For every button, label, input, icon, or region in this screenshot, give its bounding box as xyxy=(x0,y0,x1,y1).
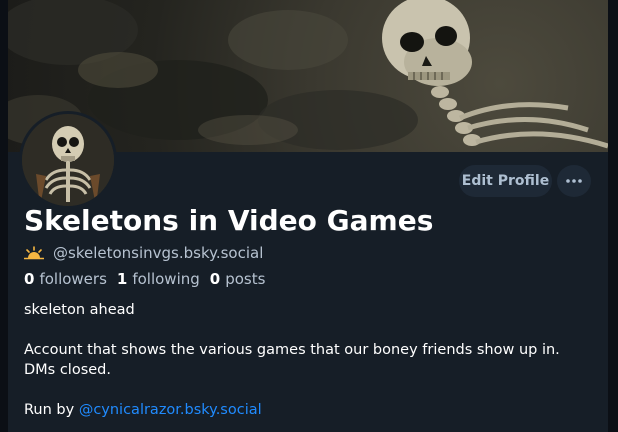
profile-stats: 0 followers 1 following 0 posts xyxy=(24,270,265,290)
profile-card: Edit Profile Skeletons in Video Games @s… xyxy=(8,0,608,432)
profile-display-name: Skeletons in Video Games xyxy=(24,204,434,237)
ellipsis-icon xyxy=(566,179,582,183)
profile-handle: @skeletonsinvgs.bsky.social xyxy=(53,244,264,262)
bio-line-2: Account that shows the various games tha… xyxy=(24,342,560,378)
bio-line-3: Run by @cynicalrazor.bsky.social xyxy=(24,400,262,420)
more-options-button[interactable] xyxy=(557,165,591,197)
followers-stat[interactable]: 0 followers xyxy=(24,270,107,290)
bio-mention-link[interactable]: @cynicalrazor.bsky.social xyxy=(79,402,262,418)
posts-label: posts xyxy=(225,270,266,288)
followers-label: followers xyxy=(39,270,107,288)
following-count: 1 xyxy=(116,270,128,288)
edit-profile-label: Edit Profile xyxy=(461,173,550,189)
handle-row: @skeletonsinvgs.bsky.social xyxy=(24,243,263,263)
sunrise-icon xyxy=(24,246,44,260)
skeleton-avatar-image xyxy=(22,114,114,206)
edit-profile-button[interactable]: Edit Profile xyxy=(459,165,552,197)
following-label: following xyxy=(132,270,200,288)
following-stat[interactable]: 1 following xyxy=(117,270,200,290)
posts-stat: 0 posts xyxy=(210,270,266,290)
bio-line-1: skeleton ahead xyxy=(24,302,135,318)
posts-count: 0 xyxy=(209,270,221,288)
profile-avatar[interactable] xyxy=(19,111,117,209)
bio-run-by-label: Run by xyxy=(24,402,75,418)
followers-count: 0 xyxy=(24,270,35,288)
